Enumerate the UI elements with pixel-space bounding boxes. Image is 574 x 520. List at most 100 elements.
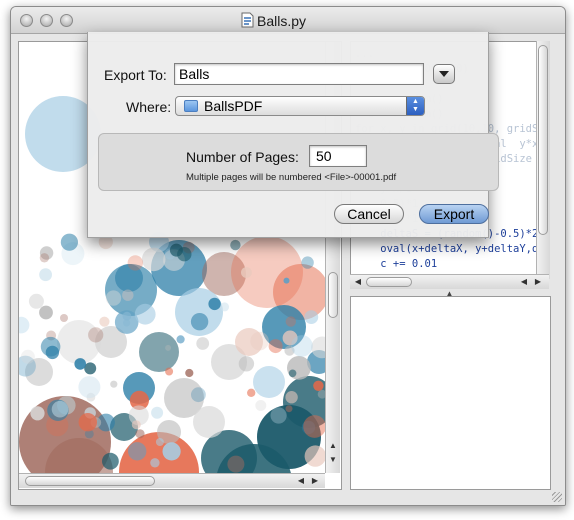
ball-shape <box>196 337 210 350</box>
ball-shape <box>51 400 69 418</box>
ball-shape <box>20 349 35 364</box>
export-button[interactable]: Export <box>419 204 489 224</box>
popup-arrows-icon: ▲ ▼ <box>406 97 424 115</box>
folder-icon <box>184 100 198 112</box>
ball-shape <box>74 358 86 370</box>
ball-shape <box>134 303 156 325</box>
ball-shape <box>110 380 118 388</box>
main-window: Balls.py ▲ ▼ ◀ ▶ ...translate(100,100) c… <box>10 6 566 506</box>
export-sheet: Export To: Balls Where: BallsPDF ▲ ▼ Numb… <box>87 32 499 238</box>
resize-grip-icon[interactable] <box>552 492 562 502</box>
ball-shape <box>304 310 319 324</box>
ball-shape <box>227 455 245 473</box>
canvas-horizontal-scrollbar[interactable]: ◀ ▶ <box>19 473 325 488</box>
ball-shape <box>165 367 174 376</box>
code-scroll-right-icon[interactable]: ▶ <box>532 276 544 288</box>
ball-shape <box>127 255 143 271</box>
ball-shape <box>131 420 141 430</box>
where-label: Where: <box>126 99 172 115</box>
ball-shape <box>141 247 166 272</box>
ball-shape <box>250 331 269 351</box>
ball-shape <box>135 429 145 439</box>
ball-shape <box>88 327 104 343</box>
close-window-button[interactable] <box>20 14 33 27</box>
ball-shape <box>285 405 293 413</box>
ball-shape <box>288 369 297 378</box>
ball-shape <box>313 380 324 391</box>
where-value: BallsPDF <box>204 98 263 114</box>
ball-shape <box>303 415 326 438</box>
ball-shape <box>220 302 230 312</box>
pages-group: Number of Pages: 50 Multiple pages will … <box>98 133 499 191</box>
zoom-window-button[interactable] <box>60 14 73 27</box>
ball-shape <box>19 316 30 334</box>
ball-shape <box>208 297 221 311</box>
scroll-up-arrow-icon[interactable]: ▲ <box>327 440 339 452</box>
ball-shape <box>291 335 313 357</box>
canvas-horizontal-thumb[interactable] <box>25 476 155 486</box>
code-scroll-left-end-icon[interactable]: ◀ <box>518 276 530 288</box>
ball-shape <box>241 267 252 278</box>
canvas-vertical-thumb[interactable] <box>328 272 338 318</box>
ball-shape <box>165 344 172 351</box>
ball-shape <box>162 442 181 461</box>
code-horizontal-thumb[interactable] <box>366 277 412 287</box>
ball-shape <box>185 368 194 378</box>
ball-shape <box>99 316 110 327</box>
scroll-right-arrow-icon[interactable]: ▶ <box>309 475 321 487</box>
where-popup[interactable]: BallsPDF ▲ ▼ <box>175 96 425 116</box>
expand-browser-button[interactable] <box>433 64 455 84</box>
scroll-down-arrow-icon[interactable]: ▼ <box>327 454 339 466</box>
ball-shape <box>193 406 225 438</box>
ball-shape <box>78 376 101 399</box>
ball-shape <box>253 366 285 398</box>
ball-shape <box>190 313 209 331</box>
ball-shape <box>150 458 160 468</box>
filename-field[interactable]: Balls <box>174 63 424 85</box>
code-line: oval(x+deltaX, y+deltaY,d <box>355 243 537 255</box>
code-horizontal-scrollbar[interactable]: ◀ ◀ ▶ <box>350 274 549 289</box>
ball-shape <box>191 387 206 403</box>
minimize-window-button[interactable] <box>40 14 53 27</box>
ball-shape <box>270 407 287 424</box>
ball-shape <box>285 391 298 404</box>
ball-shape <box>60 233 78 251</box>
export-to-label: Export To: <box>104 67 167 83</box>
title-bar[interactable]: Balls.py <box>11 7 565 34</box>
pages-field[interactable]: 50 <box>309 145 367 167</box>
python-file-icon <box>241 12 254 28</box>
ball-shape <box>176 335 185 344</box>
ball-shape <box>255 400 267 411</box>
ball-shape <box>78 413 97 432</box>
code-scroll-left-icon[interactable]: ◀ <box>352 276 364 288</box>
ball-shape <box>122 289 134 301</box>
ball-shape <box>28 293 44 309</box>
ball-shape <box>285 316 296 327</box>
ball-shape <box>238 356 255 372</box>
pages-label: Number of Pages: <box>186 149 299 165</box>
ball-shape <box>39 305 53 320</box>
output-pane <box>350 296 551 490</box>
ball-shape <box>30 406 45 421</box>
ball-shape <box>39 253 50 263</box>
ball-shape <box>128 442 147 461</box>
ball-shape <box>177 247 192 262</box>
pages-hint: Multiple pages will be numbered <File>-0… <box>186 172 397 183</box>
ball-shape <box>283 277 290 284</box>
chevron-down-icon <box>439 71 449 77</box>
ball-shape <box>268 339 283 354</box>
ball-shape <box>304 445 326 467</box>
ball-shape <box>84 362 97 375</box>
code-vertical-thumb[interactable] <box>538 45 548 235</box>
ball-shape <box>230 239 241 251</box>
ball-shape <box>151 406 164 419</box>
ball-shape <box>39 268 52 282</box>
ball-shape <box>105 290 122 306</box>
scroll-left-arrow-icon[interactable]: ◀ <box>295 475 307 487</box>
cancel-button[interactable]: Cancel <box>334 204 404 224</box>
code-line: c += 0.01 <box>355 258 438 270</box>
ball-shape <box>139 332 179 372</box>
code-vertical-scrollbar[interactable] <box>536 41 550 279</box>
ball-shape <box>155 438 164 446</box>
ball-shape <box>247 388 256 397</box>
